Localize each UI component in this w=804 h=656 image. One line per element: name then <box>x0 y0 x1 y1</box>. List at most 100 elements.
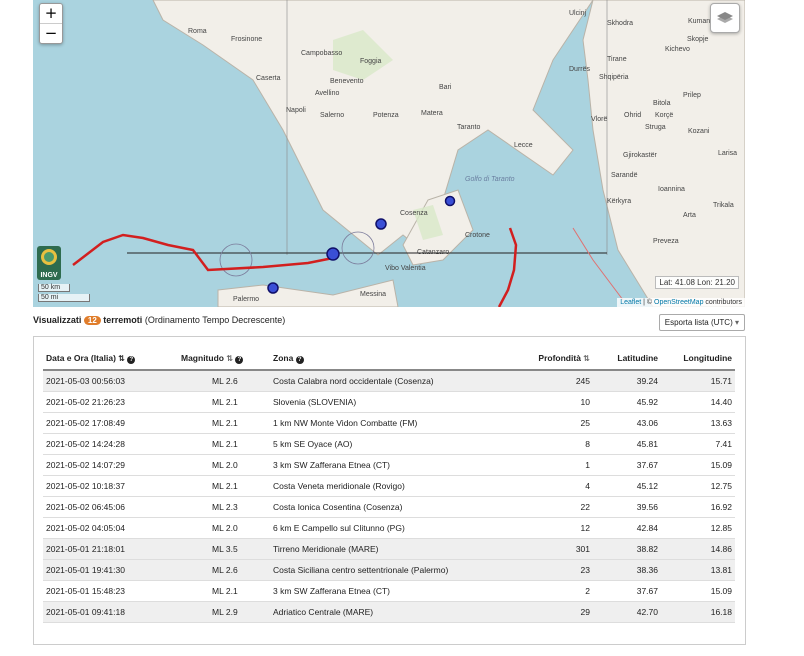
cell-magnitude: ML 2.1 <box>169 412 270 434</box>
cell-zone[interactable]: Tirreno Meridionale (MARE) <box>270 538 525 560</box>
attribution-tail: contributors <box>705 299 742 306</box>
cell-zone[interactable]: 3 km SW Zafferana Etnea (CT) <box>270 580 525 602</box>
place-label: Trikala <box>713 202 734 209</box>
col-zone[interactable]: Zona ? <box>270 347 525 371</box>
cell-lat: 38.82 <box>593 538 661 560</box>
sort-desc-icon[interactable]: ⇅ <box>118 354 125 363</box>
info-icon[interactable]: ? <box>127 355 136 364</box>
cell-lat: 39.56 <box>593 496 661 518</box>
sort-icon[interactable]: ⇅ <box>583 354 590 363</box>
info-icon[interactable]: ? <box>235 355 244 364</box>
table-row[interactable]: 2021-05-01 21:18:01 ML 3.5 Tirreno Merid… <box>43 538 735 560</box>
earthquake-marker[interactable] <box>444 195 456 207</box>
cell-datetime[interactable]: 2021-05-02 17:08:49 <box>43 412 169 434</box>
table-row[interactable]: 2021-05-01 15:48:23 ML 2.1 3 km SW Zaffe… <box>43 580 735 602</box>
table-row[interactable]: 2021-05-01 09:41:18 ML 2.9 Adriatico Cen… <box>43 601 735 623</box>
cell-zone[interactable]: Adriatico Centrale (MARE) <box>270 601 525 623</box>
place-label: Sarandë <box>611 172 638 179</box>
cell-lon: 7.41 <box>661 433 735 455</box>
cell-datetime[interactable]: 2021-05-02 06:45:06 <box>43 496 169 518</box>
place-label: Preveza <box>653 238 679 245</box>
place-label: Ohrid <box>624 112 642 119</box>
place-label: Lecce <box>514 142 533 149</box>
cell-datetime[interactable]: 2021-05-03 00:56:03 <box>43 370 169 392</box>
cell-zone[interactable]: Costa Ionica Cosentina (Cosenza) <box>270 496 525 518</box>
place-label: Avellino <box>315 90 340 97</box>
cell-zone[interactable]: Costa Siciliana centro settentrionale (P… <box>270 559 525 581</box>
cell-lon: 15.71 <box>661 370 735 392</box>
layers-icon <box>717 12 733 23</box>
cell-datetime[interactable]: 2021-05-01 19:41:30 <box>43 559 169 581</box>
osm-link[interactable]: OpenStreetMap <box>654 299 703 306</box>
cell-zone[interactable]: 3 km SW Zafferana Etnea (CT) <box>270 454 525 476</box>
table-row[interactable]: 2021-05-03 00:56:03 ML 2.6 Costa Calabra… <box>43 370 735 392</box>
cell-magnitude: ML 3.5 <box>169 538 270 560</box>
cell-lon: 13.81 <box>661 559 735 581</box>
cell-zone[interactable]: Costa Veneta meridionale (Rovigo) <box>270 475 525 497</box>
earthquake-marker[interactable] <box>267 282 279 294</box>
scale-km: 50 km <box>38 284 70 292</box>
cell-zone[interactable]: 1 km NW Monte Vidon Combatte (FM) <box>270 412 525 434</box>
place-label: Skhodra <box>607 20 634 27</box>
earthquake-marker[interactable] <box>326 247 340 261</box>
ingv-logo[interactable]: INGV <box>37 246 61 280</box>
table-row[interactable]: 2021-05-02 17:08:49 ML 2.1 1 km NW Monte… <box>43 412 735 434</box>
table-row[interactable]: 2021-05-02 04:05:04 ML 2.0 6 km E Campel… <box>43 517 735 539</box>
export-label: Esporta lista (UTC) <box>664 318 733 327</box>
cell-datetime[interactable]: 2021-05-02 21:26:23 <box>43 391 169 413</box>
earthquake-map[interactable]: Roma Frosinone Campobasso Foggia Caserta… <box>33 0 745 307</box>
col-magnitude-label: Magnitudo <box>181 352 224 363</box>
place-label: Napoli <box>286 107 306 114</box>
col-datetime[interactable]: Data e Ora (Italia) ⇅ ? <box>43 347 169 371</box>
cell-datetime[interactable]: 2021-05-02 14:07:29 <box>43 454 169 476</box>
place-label: Durrës <box>569 66 591 73</box>
cell-datetime[interactable]: 2021-05-02 10:18:37 <box>43 475 169 497</box>
cell-lon: 13.63 <box>661 412 735 434</box>
place-label: Benevento <box>330 78 364 85</box>
info-icon[interactable]: ? <box>295 355 304 364</box>
place-label: Roma <box>188 28 207 35</box>
col-magnitude[interactable]: Magnitudo ⇅ ? <box>169 347 270 371</box>
cell-zone[interactable]: Slovenia (SLOVENIA) <box>270 391 525 413</box>
cell-datetime[interactable]: 2021-05-02 14:24:28 <box>43 433 169 455</box>
earthquake-marker[interactable] <box>375 218 387 230</box>
cell-lat: 45.81 <box>593 433 661 455</box>
place-label: Golfo di Taranto <box>465 176 515 183</box>
col-lon[interactable]: Longitudine <box>661 347 735 371</box>
table-row[interactable]: 2021-05-02 21:26:23 ML 2.1 Slovenia (SLO… <box>43 391 735 413</box>
table-row[interactable]: 2021-05-01 19:41:30 ML 2.6 Costa Sicilia… <box>43 559 735 581</box>
col-lat[interactable]: Latitudine <box>593 347 661 371</box>
cell-magnitude: ML 2.0 <box>169 454 270 476</box>
earthquake-table: Data e Ora (Italia) ⇅ ? Magnitudo ⇅ ? Zo… <box>43 347 735 623</box>
ingv-logo-text: INGV <box>40 272 58 279</box>
layers-button[interactable] <box>710 3 740 33</box>
cell-datetime[interactable]: 2021-05-01 21:18:01 <box>43 538 169 560</box>
col-depth[interactable]: Profondità ⇅ <box>525 347 593 371</box>
cell-datetime[interactable]: 2021-05-01 15:48:23 <box>43 580 169 602</box>
cell-lat: 42.70 <box>593 601 661 623</box>
sort-icon[interactable]: ⇅ <box>226 354 233 363</box>
cell-lat: 45.92 <box>593 391 661 413</box>
cell-zone[interactable]: Costa Calabra nord occidentale (Cosenza) <box>270 370 525 392</box>
place-label: Bitola <box>653 100 671 107</box>
place-label: Messina <box>360 291 387 298</box>
cell-lon: 15.09 <box>661 454 735 476</box>
table-row[interactable]: 2021-05-02 14:07:29 ML 2.0 3 km SW Zaffe… <box>43 454 735 476</box>
place-label: Salerno <box>320 112 345 119</box>
italy-land <box>152 0 594 256</box>
fault-line <box>497 227 518 307</box>
leaflet-link[interactable]: Leaflet <box>620 299 641 306</box>
cell-depth: 1 <box>525 454 593 476</box>
table-row[interactable]: 2021-05-02 10:18:37 ML 2.1 Costa Veneta … <box>43 475 735 497</box>
cell-zone[interactable]: 6 km E Campello sul Clitunno (PG) <box>270 517 525 539</box>
table-row[interactable]: 2021-05-02 14:24:28 ML 2.1 5 km SE Oyace… <box>43 433 735 455</box>
cell-datetime[interactable]: 2021-05-02 04:05:04 <box>43 517 169 539</box>
zoom-out-button[interactable]: − <box>40 23 62 43</box>
table-row[interactable]: 2021-05-02 06:45:06 ML 2.3 Costa Ionica … <box>43 496 735 518</box>
cell-datetime[interactable]: 2021-05-01 09:41:18 <box>43 601 169 623</box>
zoom-in-button[interactable]: + <box>40 4 62 23</box>
cell-zone[interactable]: 5 km SE Oyace (AO) <box>270 433 525 455</box>
map-attribution: Leaflet | © OpenStreetMap contributors <box>617 298 745 307</box>
place-label: Bari <box>439 84 452 91</box>
export-dropdown[interactable]: Esporta lista (UTC) ▾ <box>658 314 745 331</box>
